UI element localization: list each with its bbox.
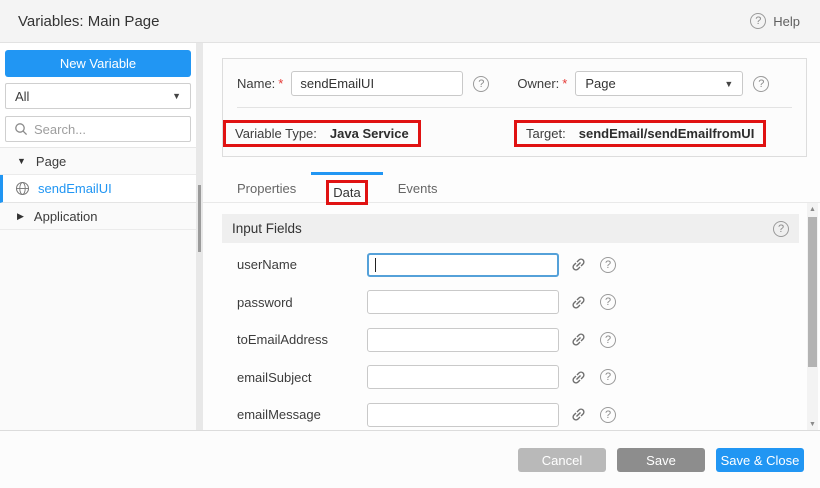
panel-header: Variables: Main Page ? Help [0,0,820,43]
owner-select[interactable]: Page ▼ [575,71,743,96]
field-help-icon[interactable]: ? [600,407,616,423]
field-label: password [222,295,367,310]
owner-help-icon[interactable]: ? [753,76,769,92]
field-label: userName [222,257,367,272]
target-annotation: Target: sendEmail/sendEmailfromUI [514,120,766,147]
variables-sidebar: New Variable All ▼ ▼ Page [0,43,196,430]
target-label: Target: [526,126,566,141]
cancel-button[interactable]: Cancel [518,448,606,472]
name-help-icon[interactable]: ? [473,76,489,92]
chevron-down-icon: ▼ [724,79,733,89]
field-row-emailmessage: emailMessage ? [222,396,799,434]
field-label: emailSubject [222,370,367,385]
help-label: Help [773,14,800,29]
owner-selected-value: Page [585,76,615,91]
section-title: Input Fields [232,221,302,236]
field-help-icon[interactable]: ? [600,332,616,348]
field-row-password: password ? [222,284,799,322]
field-label: toEmailAddress [222,332,367,347]
tree-item-label: Page [36,154,66,169]
filter-selected-value: All [15,89,29,104]
bind-link-icon[interactable] [570,256,587,273]
sidebar-scrollbar-thumb[interactable] [198,185,201,252]
detail-tabbar: Properties Data Events [203,172,820,203]
caret-down-icon: ▼ [17,156,26,166]
chevron-down-icon: ▼ [172,91,181,101]
search-box [5,116,191,142]
tree-item-page[interactable]: ▼ Page [0,148,196,175]
scroll-up-arrow-icon[interactable]: ▲ [807,203,818,215]
type-target-row: Variable Type: Java Service Target: send… [223,108,806,154]
search-icon [14,122,28,136]
tab-events[interactable]: Events [383,172,453,202]
data-tab-content: Input Fields ? userName ? [203,203,820,430]
save-and-close-button[interactable]: Save & Close [716,448,804,472]
variable-detail-main: Name:* ? Owner:* Page ▼ ? Variable Type:… [203,43,820,430]
toemailaddress-input[interactable] [367,328,559,352]
variables-tree: ▼ Page sendEmailUI ▶ Application [0,147,196,430]
input-fields-help-icon[interactable]: ? [773,221,789,237]
tree-item-label: sendEmailUI [38,181,112,196]
field-row-toemailaddress: toEmailAddress ? [222,321,799,359]
emailsubject-input[interactable] [367,365,559,389]
panel-body: New Variable All ▼ ▼ Page [0,43,820,430]
tab-properties[interactable]: Properties [222,172,311,202]
username-input[interactable] [367,253,559,277]
help-button[interactable]: ? Help [750,13,800,29]
field-help-icon[interactable]: ? [600,369,616,385]
emailmessage-input[interactable] [367,403,559,427]
sidebar-divider [196,43,203,430]
page-title: Variables: Main Page [18,13,159,30]
globe-icon [15,181,30,196]
field-label: emailMessage [222,407,367,422]
owner-label: Owner:* [517,76,567,91]
variables-panel: Variables: Main Page ? Help New Variable… [0,0,820,488]
name-label: Name:* [237,76,283,91]
field-help-icon[interactable]: ? [600,294,616,310]
scroll-down-arrow-icon[interactable]: ▼ [807,418,818,430]
variable-summary-panel: Name:* ? Owner:* Page ▼ ? Variable Type:… [222,58,807,157]
new-variable-button[interactable]: New Variable [5,50,191,77]
variable-filter-select[interactable]: All ▼ [5,83,191,109]
name-owner-row: Name:* ? Owner:* Page ▼ ? [223,59,806,107]
variable-type-value: Java Service [330,126,409,141]
field-row-emailsubject: emailSubject ? [222,359,799,397]
bind-link-icon[interactable] [570,294,587,311]
tree-item-label: Application [34,209,98,224]
bind-link-icon[interactable] [570,331,587,348]
help-circle-icon: ? [750,13,766,29]
text-cursor [375,258,376,272]
target-value: sendEmail/sendEmailfromUI [579,126,755,141]
name-input[interactable] [291,71,463,96]
content-scrollbar[interactable]: ▲ ▼ [807,203,818,430]
content-scrollbar-thumb[interactable] [808,217,817,367]
action-footer: Cancel Save Save & Close [0,430,820,488]
field-help-icon[interactable]: ? [600,257,616,273]
tree-item-application[interactable]: ▶ Application [0,203,196,230]
password-input[interactable] [367,290,559,314]
tree-item-sendemailui[interactable]: sendEmailUI [0,175,196,203]
bind-link-icon[interactable] [570,369,587,386]
variable-type-annotation: Variable Type: Java Service [223,120,421,147]
input-fields-rows: userName ? password [222,246,799,434]
search-input[interactable] [34,122,182,137]
input-fields-header: Input Fields ? [222,214,799,243]
bind-link-icon[interactable] [570,406,587,423]
caret-right-icon: ▶ [17,211,24,222]
data-tab-annotation: Data [326,180,367,205]
variable-type-label: Variable Type: [235,126,317,141]
tab-data[interactable]: Data [311,172,382,202]
field-row-username: userName ? [222,246,799,284]
save-button[interactable]: Save [617,448,705,472]
